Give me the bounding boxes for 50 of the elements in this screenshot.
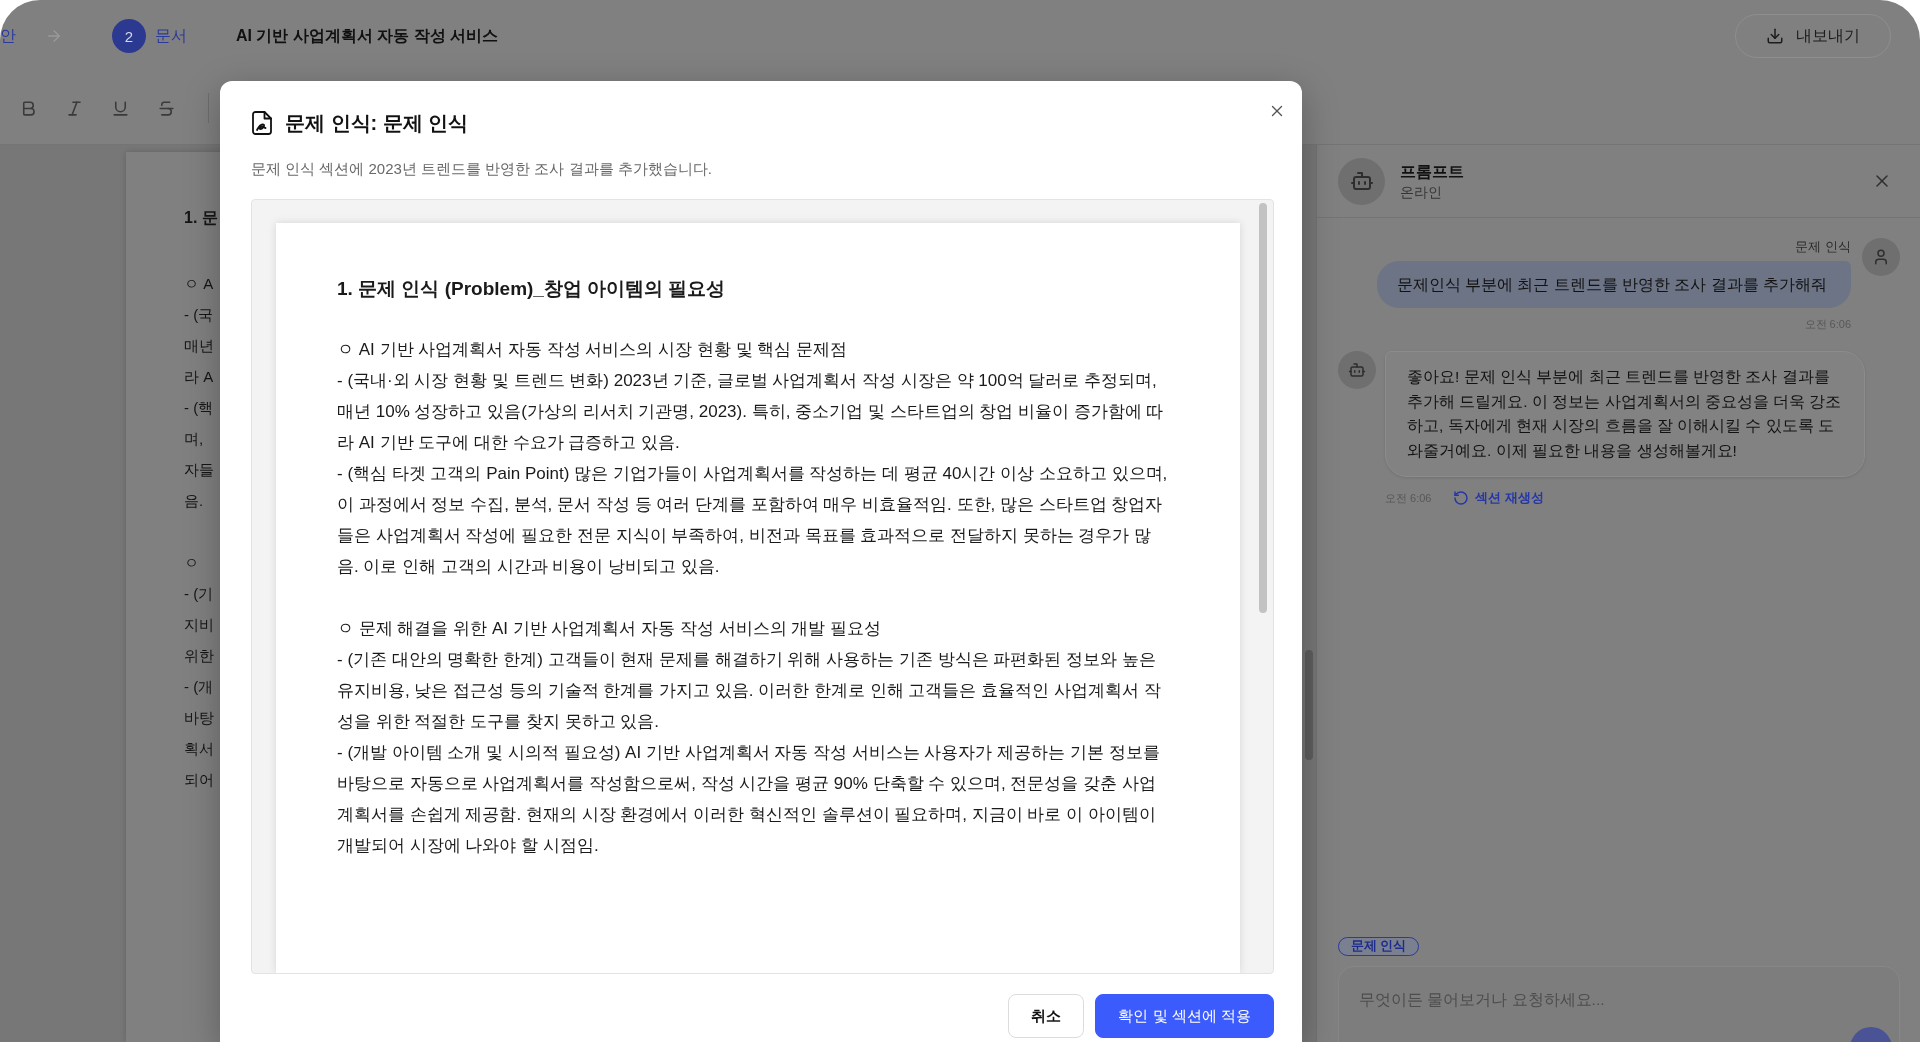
arrow-right-icon	[45, 27, 63, 45]
text-line: - (기	[184, 584, 214, 604]
bot-avatar-icon	[1338, 351, 1376, 389]
scrollbar-thumb[interactable]	[1305, 650, 1313, 760]
refresh-icon	[1453, 490, 1470, 506]
document-title: AI 기반 사업계획서 자동 작성 서비스	[236, 25, 499, 46]
user-avatar-icon	[1862, 238, 1900, 276]
dialog-title: 문제 인식: 문제 인식	[285, 111, 469, 136]
document-icon	[252, 111, 272, 135]
strikethrough-icon	[156, 98, 176, 118]
paragraph: - (핵심 타겟 고객의 Pain Point) 많은 기업가들이 사업계획서를 작성하는 데 평균 40시간 이상 소요하고 있으며, 이 과정에서 정보 수집, 분석, 문서 작성 등 여러 단계를 포함하여 매우 비효율적임. 또한, 많은 스타트업 창업자들은 사업계획서 작성에 필요한 전문 지식이 부족하여, 비전과 목표를 효과적으로 전달하지 못하는 경우가 많음. 이로 인해 고객의 시간과 비용이 낭비되고 있음.	[337, 463, 1168, 578]
cancel-button[interactable]: 취소	[1008, 994, 1085, 1038]
apply-button[interactable]: 확인 및 섹션에 적용	[1095, 994, 1274, 1038]
dialog-description: 문제 인식 섹션에 2023년 트렌드를 반영한 조사 결과를 추가했습니다.	[251, 159, 713, 179]
underline-icon	[110, 98, 130, 118]
text-line: 음.	[184, 491, 204, 511]
document-heading: 1. 문	[184, 208, 218, 228]
section-title: ㅇ 문제 해결을 위한 AI 기반 사업계획서 자동 작성 서비스의 개발 필요성	[337, 618, 883, 640]
text-line: 위한	[184, 646, 214, 666]
step-button[interactable]: 안	[0, 25, 16, 47]
text-line: 획서	[184, 739, 214, 759]
bot-avatar-icon	[1338, 157, 1385, 205]
text-line: 매년	[184, 336, 214, 356]
paragraph: - (기존 대안의 명확한 한계) 고객들이 현재 문제를 해결하기 위해 사용하는 기존 방식은 파편화된 정보와 높은 유지비용, 낮은 접근성 등의 기술적 한계를 가지고 있음. 이러한 한계로 인해 고객들은 효율적인 사업계획서 작성을 위한 적절한 도구를 찾지 못하고 있음.	[337, 649, 1162, 733]
text-line: 바탕	[184, 708, 214, 728]
text-line: 자들	[184, 460, 214, 480]
step-number: 2	[112, 19, 146, 53]
text-line: - (핵	[184, 398, 214, 418]
text-line: ㅇ	[184, 553, 199, 573]
paragraph: - (국내·외 시장 현황 및 트렌드 변화) 2023년 기준, 글로벌 사업계획서 작성 시장은 약 100억 달러로 추정되며, 매년 10% 성장하고 있음(가상의 리서치 기관명, 2023). 특히, 중소기업 및 스타트업의 창업 비율이 증가함에 따라 AI 기반 도구에 대한 수요가 급증하고 있음.	[337, 370, 1165, 454]
preview-heading: 1. 문제 인식 (Problem)_창업 아이템의 필요성	[337, 277, 727, 301]
text-line: 지비	[184, 615, 214, 635]
text-line: - (개	[184, 677, 214, 697]
step-button[interactable]: 2 문서	[112, 19, 187, 53]
context-chip[interactable]: 문제 인식	[1338, 937, 1420, 956]
text-line: ㅇ A	[184, 274, 214, 294]
text-line: - (국	[184, 305, 214, 325]
paragraph: - (개발 아이템 소개 및 시의적 필요성) AI 기반 사업계획서 자동 작성 서비스는 사용자가 제공하는 기본 정보를 바탕으로 자동으로 사업계획서를 작성함으로써, 작성 시간을 평균 90% 단축할 수 있으며, 전문성을 갖춘 사업계획서를 손쉽게 제공함. 현재의 시장 환경에서 이러한 혁신적인 솔루션이 필요하며, 지금이 바로 이 아이템이 개발되어 시장에 나와야 할 시점임.	[337, 742, 1161, 857]
panel-title: 프롬프트	[1400, 161, 1464, 182]
section-title: ㅇ AI 기반 사업계획서 자동 작성 서비스의 시장 현황 및 핵심 문제점	[337, 339, 849, 361]
regenerate-button[interactable]: 섹션 재생성	[1453, 489, 1545, 507]
text-line: 라 A	[184, 367, 214, 387]
user-message: 문제인식 부분에 최근 트렌드를 반영한 조사 결과를 추가해줘	[1376, 261, 1851, 308]
text-line: 되어	[184, 770, 214, 790]
scrollbar-thumb[interactable]	[1259, 203, 1267, 613]
text-line: 며,	[184, 429, 204, 449]
download-icon	[1766, 27, 1784, 45]
assistant-message: 좋아요! 문제 인식 부분에 최근 트렌드를 반영한 조사 결과를 추가해 드릴게요. 이 정보는 사업계획서의 중요성을 더욱 강조하고, 독자에게 현재 시장의 흐름을 잘 이해시킬 수 있도록 도와줄거예요. 이제 필요한 내용을 생성해볼게요!	[1385, 351, 1865, 477]
status-label: 온라인	[1400, 182, 1443, 202]
message-tag: 문제 인식	[1795, 238, 1851, 256]
